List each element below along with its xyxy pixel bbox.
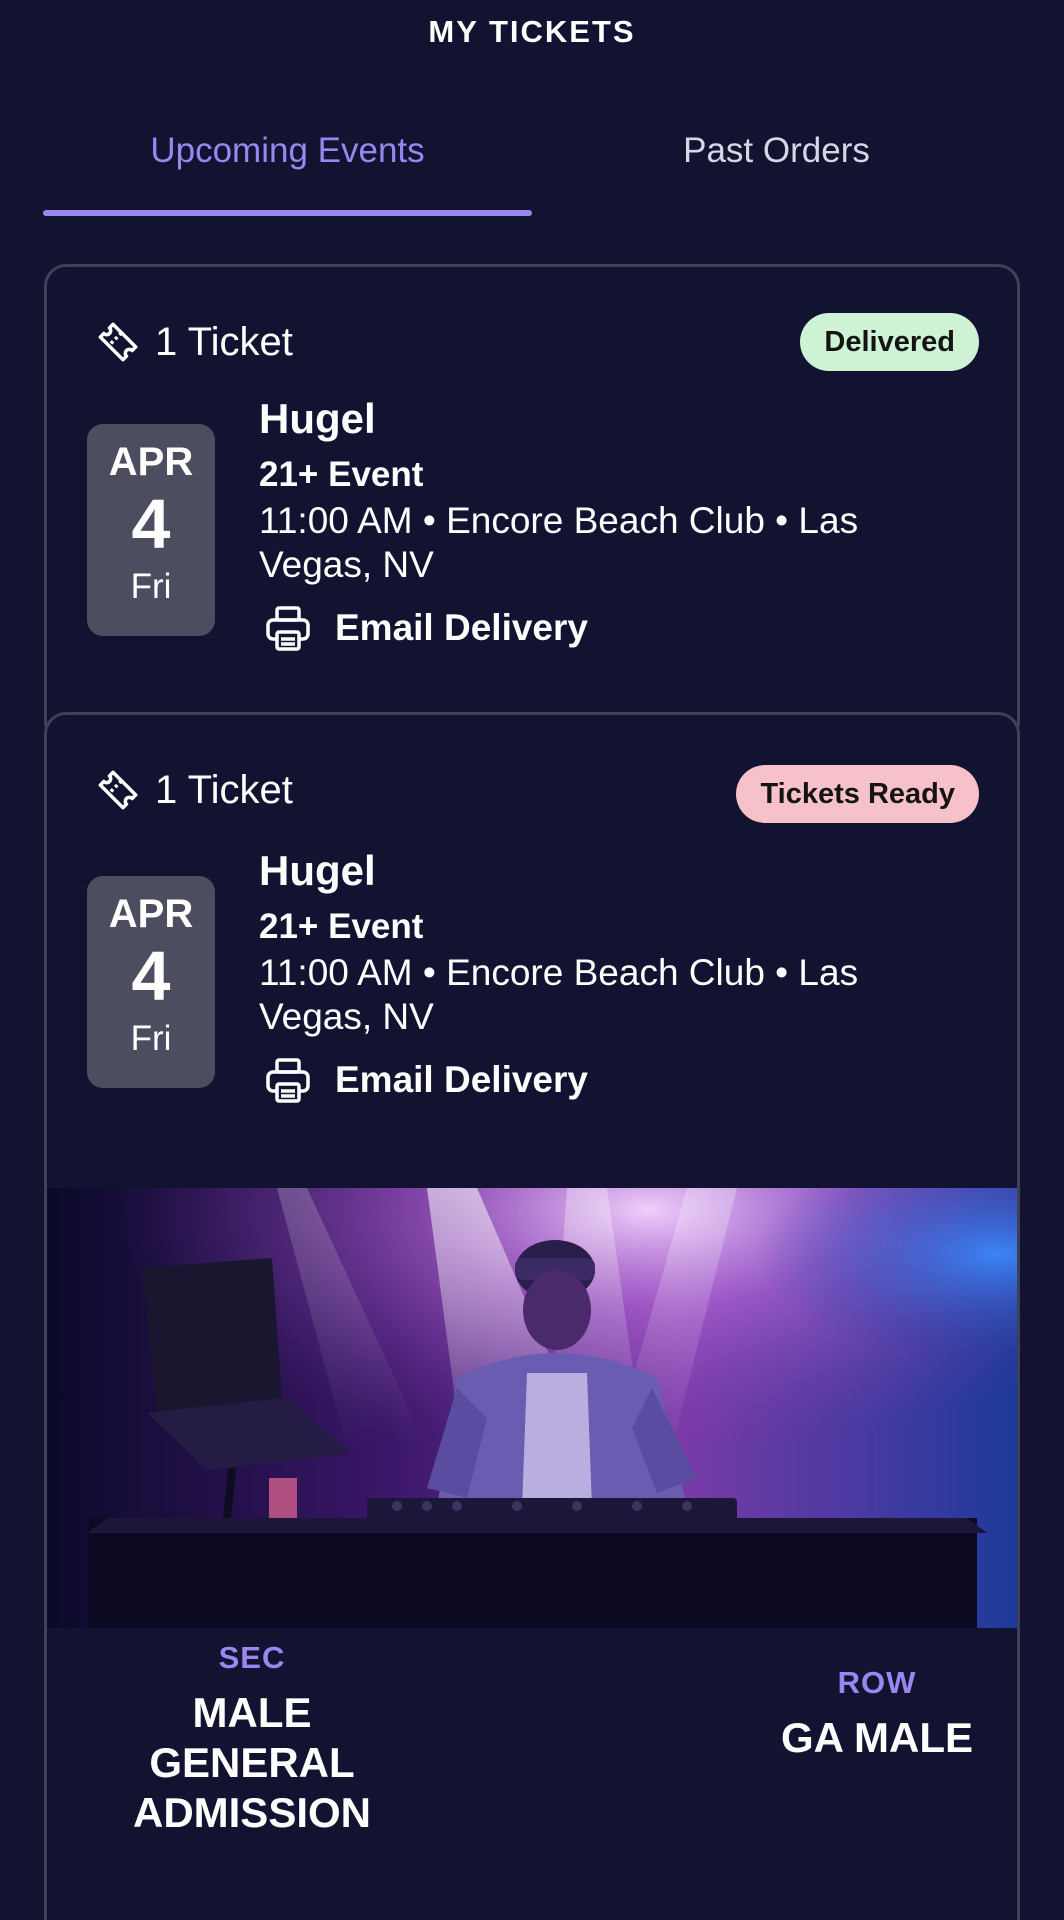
ticket-count: 1 Ticket <box>93 765 293 815</box>
ticket-card[interactable]: 1 Ticket Delivered APR 4 Fri Hugel 21+ E… <box>44 264 1020 744</box>
event-name[interactable]: Hugel <box>259 847 979 895</box>
section-info: SEC MALE GENERAL ADMISSION <box>87 1640 417 1838</box>
date-month: APR <box>108 892 194 936</box>
event-date: APR 4 Fri <box>87 424 215 636</box>
ticket-count: 1 Ticket <box>93 317 293 367</box>
age-restriction: 21+ Event <box>259 455 424 494</box>
ticket-card[interactable]: 1 Ticket Tickets Ready APR 4 Fri Hugel 2… <box>44 712 1020 1920</box>
tab-upcoming-events[interactable]: Upcoming Events <box>43 118 532 218</box>
tab-past-orders[interactable]: Past Orders <box>532 118 1021 218</box>
age-restriction: 21+ Event <box>259 907 424 946</box>
date-day: 4 <box>131 937 171 1015</box>
ticket-icon <box>98 770 138 810</box>
date-weekday: Fri <box>130 1019 172 1058</box>
event-info: Hugel 21+ Event 11:00 AM • Encore Beach … <box>259 847 979 1105</box>
date-day: 4 <box>131 485 171 563</box>
event-details: 11:00 AM • Encore Beach Club • Las Vegas… <box>259 500 859 585</box>
my-tickets-screen: MY TICKETS Upcoming Events Past Orders 1… <box>0 0 1064 1920</box>
ticket-count-label: 1 Ticket <box>155 319 293 364</box>
date-month: APR <box>108 440 194 484</box>
event-name[interactable]: Hugel <box>259 395 979 443</box>
section-value: MALE GENERAL ADMISSION <box>132 1689 371 1836</box>
delivery-label: Email Delivery <box>335 607 588 648</box>
row-value: GA MALE <box>780 1714 974 1761</box>
event-hero-image <box>47 1188 1017 1628</box>
delivery-label: Email Delivery <box>335 1059 588 1100</box>
ticket-count-label: 1 Ticket <box>155 767 293 812</box>
row-info: ROW GA MALE <box>747 1665 1007 1763</box>
section-label: SEC <box>218 1640 286 1675</box>
page-title: MY TICKETS <box>428 14 636 49</box>
delivery-method: Email Delivery <box>259 1055 979 1105</box>
active-tab-indicator <box>43 210 532 216</box>
ticket-icon <box>98 322 138 362</box>
date-weekday: Fri <box>130 567 172 606</box>
status-badge: Tickets Ready <box>736 765 979 823</box>
delivery-method: Email Delivery <box>259 603 979 653</box>
printer-icon <box>266 606 310 651</box>
event-info: Hugel 21+ Event 11:00 AM • Encore Beach … <box>259 395 979 653</box>
tab-bar: Upcoming Events Past Orders <box>43 118 1021 218</box>
event-details: 11:00 AM • Encore Beach Club • Las Vegas… <box>259 952 859 1037</box>
printer-icon <box>266 1058 310 1103</box>
row-label: ROW <box>837 1665 917 1700</box>
event-date: APR 4 Fri <box>87 876 215 1088</box>
status-badge: Delivered <box>800 313 979 371</box>
